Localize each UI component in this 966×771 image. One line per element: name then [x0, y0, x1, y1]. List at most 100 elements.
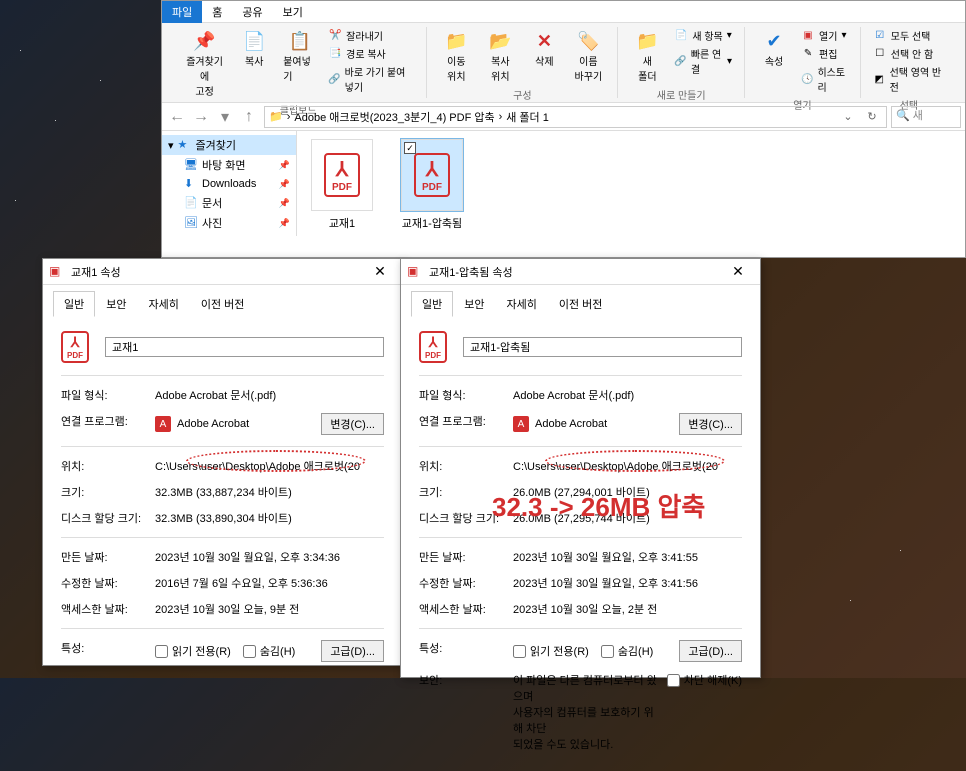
pdf-file-icon: ⅄PDF	[419, 331, 451, 363]
acrobat-icon: A	[513, 416, 529, 432]
selectnone-icon: ☐	[873, 47, 887, 61]
tab-previous[interactable]: 이전 버전	[190, 291, 256, 317]
file-item[interactable]: ⅄PDF 교재1	[305, 139, 379, 231]
change-button[interactable]: 변경(C)...	[679, 413, 742, 435]
size-on-disk-value: 32.3MB (33,890,304 바이트)	[155, 510, 384, 526]
readonly-checkbox[interactable]: 읽기 전용(R)	[155, 643, 231, 659]
copy-path-button[interactable]: 📑경로 복사	[324, 45, 418, 62]
paste-button[interactable]: 📋붙여넣기	[277, 27, 322, 85]
readonly-checkbox[interactable]: 읽기 전용(R)	[513, 643, 589, 659]
nav-quickaccess[interactable]: ▾★즐겨찾기	[162, 135, 296, 155]
location-label: 위치:	[61, 458, 155, 474]
nav-desktop[interactable]: 🖥바탕 화면📌	[162, 155, 296, 175]
breadcrumb[interactable]: 📁 › Adobe 애크로벗(2023_3분기_4) PDF 압축 › 새 폴더…	[264, 106, 887, 128]
copyto-icon: 📂	[488, 29, 512, 53]
pin-quickaccess-button[interactable]: 📌즐겨찾기에 고정	[178, 27, 231, 100]
location-value: C:\Users\user\Desktop\Adobe 애크로벗(20	[155, 458, 384, 474]
new-item-button[interactable]: 📄새 항목 ▾	[670, 27, 736, 44]
security-text: 이 파일은 다른 컴퓨터로부터 왔으며 사용자의 컴퓨터를 보호하기 위해 차단…	[513, 672, 661, 752]
dialog-tabs: 일반 보안 자세히 이전 버전	[401, 285, 760, 317]
tab-general[interactable]: 일반	[411, 291, 453, 317]
recent-dropdown[interactable]: ▾	[214, 106, 236, 128]
file-name: 교재1-압축됨	[402, 215, 462, 231]
tab-share[interactable]: 공유	[232, 1, 272, 23]
close-button[interactable]: ✕	[364, 263, 396, 280]
tab-security[interactable]: 보안	[95, 291, 137, 317]
move-to-button[interactable]: 📁이동 위치	[435, 27, 477, 85]
select-all-button[interactable]: ☑모두 선택	[869, 27, 949, 44]
tab-file[interactable]: 파일	[162, 1, 202, 23]
checkmark-icon: ✔	[762, 29, 786, 53]
pdf-small-icon: ▣	[801, 29, 815, 43]
pdf-file-icon: ⅄PDF	[414, 153, 450, 197]
file-checkbox[interactable]: ✓	[404, 142, 416, 154]
forward-button[interactable]: →	[190, 106, 212, 128]
hidden-checkbox[interactable]: 숨김(H)	[601, 643, 654, 659]
up-button[interactable]: ↑	[238, 106, 260, 128]
pdf-file-icon: ⅄PDF	[324, 153, 360, 197]
search-input[interactable]: 🔍 새	[891, 106, 961, 128]
annotation-text: 32.3 -> 26MB 압축	[492, 487, 705, 524]
pin-icon: 📌	[279, 160, 290, 171]
new-folder-button[interactable]: 📁새 폴더	[626, 27, 668, 85]
pin-icon: 📌	[279, 179, 290, 190]
hidden-checkbox[interactable]: 숨김(H)	[243, 643, 296, 659]
newitem-icon: 📄	[674, 29, 688, 43]
folder-icon: 📁	[269, 110, 283, 123]
change-button[interactable]: 변경(C)...	[321, 413, 384, 435]
filename-input[interactable]	[463, 337, 742, 357]
advanced-button[interactable]: 고급(D)...	[321, 640, 384, 662]
paste-shortcut-button[interactable]: 🔗바로 가기 붙여넣기	[324, 63, 418, 95]
filetype-value: Adobe Acrobat 문서(.pdf)	[155, 387, 384, 403]
size-label: 크기:	[61, 484, 155, 500]
edit-button[interactable]: ✎편집	[797, 45, 852, 62]
nav-documents[interactable]: 📄문서📌	[162, 193, 296, 213]
tab-details[interactable]: 자세히	[138, 291, 190, 317]
advanced-button[interactable]: 고급(D)...	[679, 640, 742, 662]
size-on-disk-label: 디스크 할당 크기:	[61, 510, 155, 526]
pdf-icon: ▣	[49, 264, 65, 280]
tab-details[interactable]: 자세히	[496, 291, 548, 317]
dialog-tabs: 일반 보안 자세히 이전 버전	[43, 285, 402, 317]
select-none-button[interactable]: ☐선택 안 함	[869, 45, 949, 62]
file-name: 교재1	[329, 215, 355, 231]
history-button[interactable]: 🕓히스토리	[797, 63, 852, 95]
delete-button[interactable]: ✕삭제	[523, 27, 565, 70]
tab-previous[interactable]: 이전 버전	[548, 291, 614, 317]
ribbon-tabs: 파일 홈 공유 보기	[162, 1, 965, 23]
invert-selection-button[interactable]: ◩선택 영역 반전	[869, 63, 949, 95]
tab-home[interactable]: 홈	[202, 1, 232, 23]
back-button[interactable]: ←	[166, 106, 188, 128]
breadcrumb-seg[interactable]: 새 폴더 1	[506, 109, 549, 125]
modified-value: 2016년 7월 6일 수요일, 오후 5:36:36	[155, 575, 384, 591]
nav-pictures[interactable]: 🖼사진📌	[162, 213, 296, 233]
copy-button[interactable]: 📄복사	[233, 27, 275, 70]
easy-access-button[interactable]: 🔗빠른 연결 ▾	[670, 45, 736, 77]
location-label: 위치:	[419, 458, 513, 474]
paste-icon: 📋	[288, 29, 312, 53]
tab-view[interactable]: 보기	[273, 1, 313, 23]
file-list: ⅄PDF 교재1 ✓⅄PDF 교재1-압축됨	[297, 131, 965, 236]
accessed-label: 액세스한 날짜:	[61, 601, 155, 617]
breadcrumb-seg[interactable]: Adobe 애크로벗(2023_3분기_4) PDF 압축 ›	[294, 109, 502, 125]
path-dropdown[interactable]: ⌄	[838, 110, 858, 123]
tab-general[interactable]: 일반	[53, 291, 95, 317]
picture-icon: 🖼	[184, 216, 198, 230]
refresh-button[interactable]: ↻	[862, 110, 882, 123]
filetype-value: Adobe Acrobat 문서(.pdf)	[513, 387, 742, 403]
attributes-label: 특성:	[419, 640, 513, 662]
rename-button[interactable]: 🏷️이름 바꾸기	[567, 27, 609, 85]
nav-downloads[interactable]: ⬇Downloads📌	[162, 175, 296, 193]
pin-icon: 📌	[193, 29, 217, 53]
open-button[interactable]: ▣열기 ▾	[797, 27, 852, 44]
created-label: 만든 날짜:	[61, 549, 155, 565]
file-item[interactable]: ✓⅄PDF 교재1-압축됨	[395, 139, 469, 231]
copy-to-button[interactable]: 📂복사 위치	[479, 27, 521, 85]
cut-button[interactable]: ✂️잘라내기	[324, 27, 418, 44]
tab-security[interactable]: 보안	[453, 291, 495, 317]
properties-button[interactable]: ✔속성	[753, 27, 795, 70]
dialog-titlebar: ▣ 교재1 속성 ✕	[43, 259, 402, 285]
filename-input[interactable]	[105, 337, 384, 357]
close-button[interactable]: ✕	[722, 263, 754, 280]
unblock-checkbox[interactable]: 차단 해제(K)	[667, 672, 742, 688]
